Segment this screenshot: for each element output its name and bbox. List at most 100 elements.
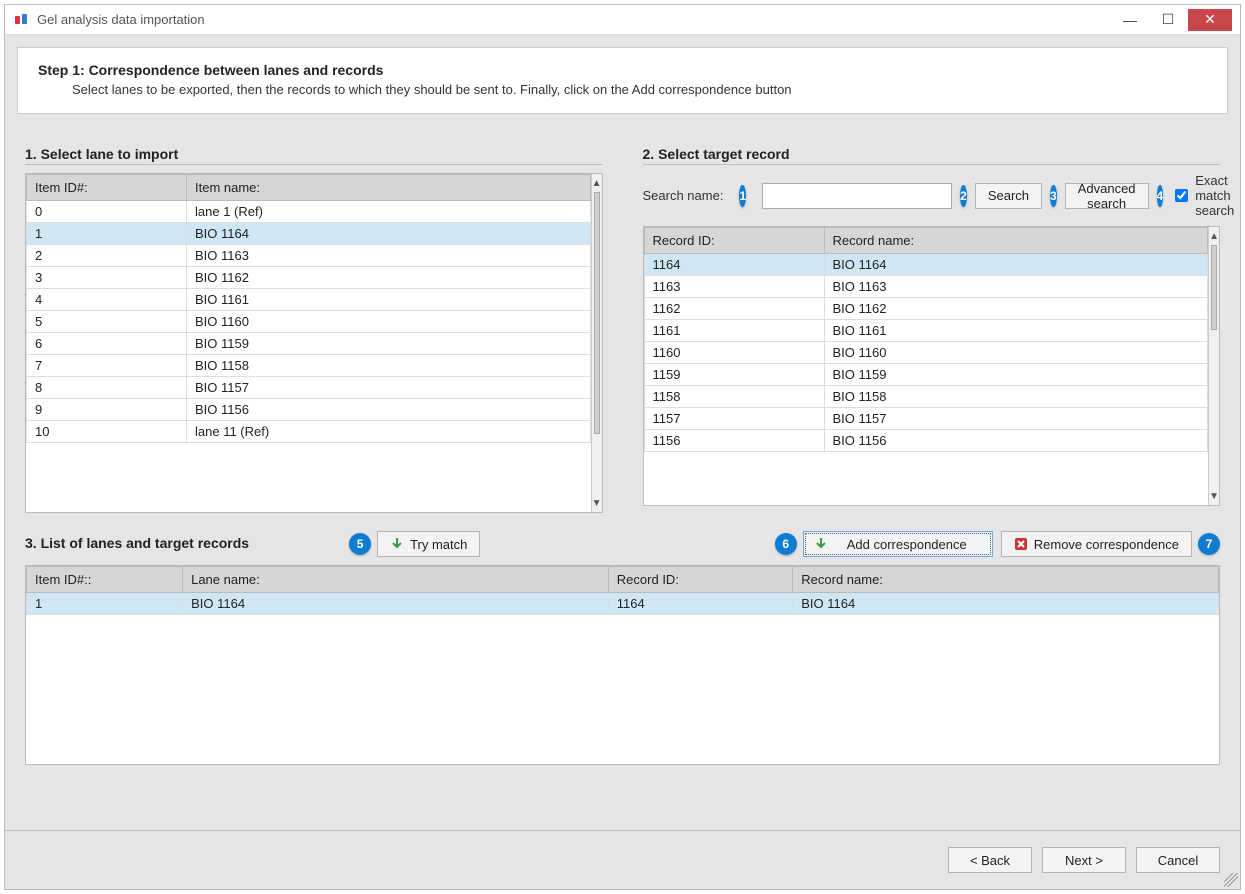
cell-id: 5 bbox=[27, 311, 187, 333]
cell-id: 1 bbox=[27, 223, 187, 245]
cell-id: 10 bbox=[27, 421, 187, 443]
table-row[interactable]: 1163BIO 1163 bbox=[644, 276, 1208, 298]
step-description: Select lanes to be exported, then the re… bbox=[72, 82, 1207, 97]
remove-correspondence-button[interactable]: Remove correspondence bbox=[1001, 531, 1192, 557]
table-row[interactable]: 9BIO 1156 bbox=[27, 399, 591, 421]
table-row[interactable]: 3BIO 1162 bbox=[27, 267, 591, 289]
cell-name: BIO 1157 bbox=[824, 408, 1208, 430]
arrow-down-green-icon bbox=[814, 537, 828, 551]
cell-id: 1161 bbox=[644, 320, 824, 342]
cell-name: BIO 1164 bbox=[187, 223, 591, 245]
table-row[interactable]: 0lane 1 (Ref) bbox=[27, 201, 591, 223]
main-content: 1. Select lane to import Item ID#: Item … bbox=[5, 120, 1240, 830]
search-button[interactable]: Search bbox=[975, 183, 1042, 209]
cell-id: 6 bbox=[27, 333, 187, 355]
cell-name: BIO 1162 bbox=[187, 267, 591, 289]
table-row[interactable]: 1157BIO 1157 bbox=[644, 408, 1208, 430]
advanced-search-button[interactable]: Advanced search bbox=[1065, 183, 1149, 209]
resize-grip-icon[interactable] bbox=[1224, 873, 1238, 887]
table-row[interactable]: 1160BIO 1160 bbox=[644, 342, 1208, 364]
records-scrollbar[interactable]: ▲ ▼ bbox=[1208, 227, 1219, 505]
table-row[interactable]: 1158BIO 1158 bbox=[644, 386, 1208, 408]
table-row[interactable]: 5BIO 1160 bbox=[27, 311, 591, 333]
records-section: 2. Select target record Search name: 1 2… bbox=[643, 128, 1221, 506]
exact-match-checkbox[interactable]: Exact match search bbox=[1171, 173, 1234, 218]
arrow-down-green-icon bbox=[390, 537, 404, 551]
records-table-wrap: Record ID: Record name: 1164BIO 11641163… bbox=[643, 226, 1221, 506]
table-row[interactable]: 8BIO 1157 bbox=[27, 377, 591, 399]
cell-id: 1159 bbox=[644, 364, 824, 386]
annotation-6: 6 bbox=[775, 533, 797, 555]
table-row[interactable]: 10lane 11 (Ref) bbox=[27, 421, 591, 443]
records-table[interactable]: Record ID: Record name: 1164BIO 11641163… bbox=[644, 227, 1209, 452]
next-button[interactable]: Next > bbox=[1042, 847, 1126, 873]
table-row[interactable]: 1BIO 11641164BIO 1164 bbox=[27, 593, 1219, 615]
app-icon bbox=[13, 12, 29, 28]
cell-id: 3 bbox=[27, 267, 187, 289]
maximize-button[interactable]: ☐ bbox=[1150, 9, 1186, 31]
correspondence-table[interactable]: Item ID#:: Lane name: Record ID: Record … bbox=[26, 566, 1219, 615]
search-input[interactable] bbox=[762, 183, 952, 209]
corr-col-recid[interactable]: Record ID: bbox=[608, 567, 792, 593]
wizard-header: Step 1: Correspondence between lanes and… bbox=[17, 47, 1228, 114]
table-row[interactable]: 2BIO 1163 bbox=[27, 245, 591, 267]
table-row[interactable]: 1BIO 1164 bbox=[27, 223, 591, 245]
search-label: Search name: bbox=[643, 188, 724, 203]
lanes-title: 1. Select lane to import bbox=[25, 146, 603, 165]
close-button[interactable]: ✕ bbox=[1188, 9, 1232, 31]
table-row[interactable]: 1161BIO 1161 bbox=[644, 320, 1208, 342]
cell-id: 1160 bbox=[644, 342, 824, 364]
cell-id: 2 bbox=[27, 245, 187, 267]
scroll-up-icon[interactable]: ▲ bbox=[1209, 227, 1219, 245]
lanes-table[interactable]: Item ID#: Item name: 0lane 1 (Ref)1BIO 1… bbox=[26, 174, 591, 443]
search-row: Search name: 1 2 Search 3 Advanced searc… bbox=[643, 173, 1221, 218]
exact-match-input[interactable] bbox=[1175, 189, 1188, 202]
try-match-button[interactable]: Try match bbox=[377, 531, 480, 557]
scroll-down-icon[interactable]: ▼ bbox=[1209, 487, 1219, 505]
cell-recname: BIO 1164 bbox=[793, 593, 1219, 615]
cell-id: 4 bbox=[27, 289, 187, 311]
annotation-2: 2 bbox=[960, 185, 967, 207]
cell-name: BIO 1163 bbox=[824, 276, 1208, 298]
cell-item: 1 bbox=[27, 593, 183, 615]
cell-name: BIO 1160 bbox=[824, 342, 1208, 364]
cell-name: BIO 1158 bbox=[824, 386, 1208, 408]
exact-match-label: Exact match search bbox=[1195, 173, 1234, 218]
scroll-down-icon[interactable]: ▼ bbox=[592, 494, 602, 512]
wizard-footer: < Back Next > Cancel bbox=[5, 830, 1240, 889]
cell-id: 0 bbox=[27, 201, 187, 223]
cell-name: BIO 1162 bbox=[824, 298, 1208, 320]
delete-x-icon bbox=[1014, 537, 1028, 551]
cell-id: 1158 bbox=[644, 386, 824, 408]
corr-col-recname[interactable]: Record name: bbox=[793, 567, 1219, 593]
table-row[interactable]: 7BIO 1158 bbox=[27, 355, 591, 377]
table-row[interactable]: 1162BIO 1162 bbox=[644, 298, 1208, 320]
cell-id: 1162 bbox=[644, 298, 824, 320]
table-row[interactable]: 6BIO 1159 bbox=[27, 333, 591, 355]
cell-id: 1163 bbox=[644, 276, 824, 298]
cell-id: 1157 bbox=[644, 408, 824, 430]
add-correspondence-button[interactable]: Add correspondence bbox=[803, 531, 993, 557]
records-col-name[interactable]: Record name: bbox=[824, 228, 1208, 254]
cell-id: 9 bbox=[27, 399, 187, 421]
lanes-section: 1. Select lane to import Item ID#: Item … bbox=[25, 128, 603, 513]
lanes-col-name[interactable]: Item name: bbox=[187, 175, 591, 201]
table-row[interactable]: 4BIO 1161 bbox=[27, 289, 591, 311]
table-row[interactable]: 1156BIO 1156 bbox=[644, 430, 1208, 452]
scroll-up-icon[interactable]: ▲ bbox=[592, 174, 602, 192]
records-col-id[interactable]: Record ID: bbox=[644, 228, 824, 254]
cell-name: BIO 1160 bbox=[187, 311, 591, 333]
cell-id: 1156 bbox=[644, 430, 824, 452]
lanes-scrollbar[interactable]: ▲ ▼ bbox=[591, 174, 602, 512]
minimize-button[interactable]: — bbox=[1112, 9, 1148, 31]
back-button[interactable]: < Back bbox=[948, 847, 1032, 873]
lanes-table-wrap: Item ID#: Item name: 0lane 1 (Ref)1BIO 1… bbox=[25, 173, 603, 513]
cell-name: BIO 1159 bbox=[824, 364, 1208, 386]
table-row[interactable]: 1159BIO 1159 bbox=[644, 364, 1208, 386]
corr-col-itemid[interactable]: Item ID#:: bbox=[27, 567, 183, 593]
table-row[interactable]: 1164BIO 1164 bbox=[644, 254, 1208, 276]
lanes-col-id[interactable]: Item ID#: bbox=[27, 175, 187, 201]
cancel-button[interactable]: Cancel bbox=[1136, 847, 1220, 873]
dialog-window: Gel analysis data importation — ☐ ✕ Step… bbox=[4, 4, 1241, 890]
corr-col-lane[interactable]: Lane name: bbox=[183, 567, 609, 593]
